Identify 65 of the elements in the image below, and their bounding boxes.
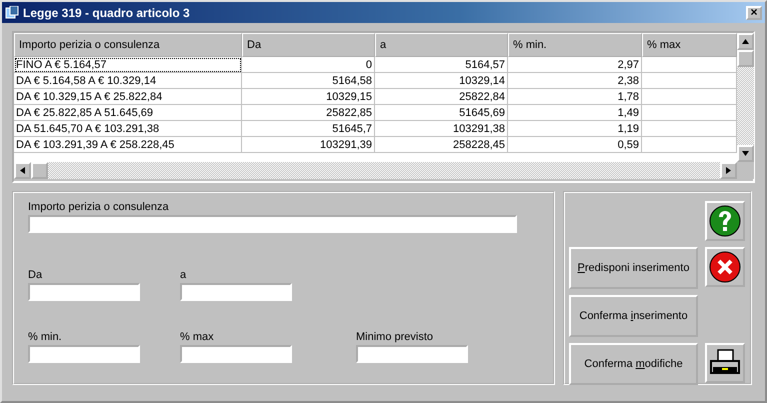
field-label: % min.: [28, 331, 63, 343]
input-field[interactable]: [28, 215, 517, 233]
table-cell: 103291,39: [242, 137, 375, 153]
table-cell: 2,97: [508, 57, 642, 73]
table-cell: FINO A € 5.164,57: [14, 57, 242, 73]
scroll-right-button[interactable]: [720, 162, 737, 179]
window-title: Legge 319 - quadro articolo 3: [23, 6, 191, 20]
column-header[interactable]: Da: [242, 33, 375, 57]
up-arrow-icon: [742, 39, 749, 44]
action-button[interactable]: Conferma inserimento: [569, 295, 698, 337]
action-button[interactable]: Predisponi inserimento: [569, 247, 698, 289]
field-label: Da: [28, 269, 44, 281]
table-cell: 5164,58: [242, 73, 375, 89]
input-field[interactable]: [28, 283, 140, 301]
scroll-thumb[interactable]: [31, 162, 48, 179]
field-label: a: [180, 269, 188, 281]
column-header[interactable]: Importo perizia o consulenza: [14, 33, 242, 57]
right-arrow-icon: [726, 167, 731, 174]
column-header[interactable]: % max: [642, 33, 737, 57]
input-field[interactable]: [356, 345, 468, 363]
table-cell: DA 51.645,70 A € 103.291,38: [14, 121, 242, 137]
table-cell: 0: [242, 57, 375, 73]
field-label: Minimo previsto: [356, 331, 434, 343]
close-icon: [709, 251, 741, 283]
table-cell: 1,19: [508, 121, 642, 137]
field-label: % max: [180, 331, 215, 343]
action-button[interactable]: Conferma modifiche: [569, 343, 698, 385]
table-cell: 1,78: [508, 89, 642, 105]
table-cell: DA € 10.329,15 A € 25.822,84: [14, 89, 242, 105]
down-arrow-icon: [742, 151, 749, 156]
table-cell: DA € 103.291,39 A € 258.228,45: [14, 137, 242, 153]
scroll-up-button[interactable]: [737, 33, 754, 50]
table-cell: 5164,57: [375, 57, 508, 73]
printer-icon: [709, 349, 741, 377]
print-button[interactable]: [705, 343, 745, 383]
cancel-button[interactable]: [705, 247, 745, 287]
table-cell: 0,59: [508, 137, 642, 153]
window-icon: [5, 6, 19, 19]
input-field[interactable]: [180, 345, 292, 363]
column-header[interactable]: a: [375, 33, 508, 57]
table-cell: 25822,84: [375, 89, 508, 105]
input-field[interactable]: [180, 283, 292, 301]
table-cell: 51645,69: [375, 105, 508, 121]
scroll-down-button[interactable]: [737, 145, 754, 162]
column-header[interactable]: % min.: [508, 33, 642, 57]
close-button[interactable]: ×: [746, 6, 762, 20]
field-label: Importo perizia o consulenza: [28, 201, 170, 213]
table-cell: 2,38: [508, 73, 642, 89]
table-cell: 1,49: [508, 105, 642, 121]
table-cell: 51645,7: [242, 121, 375, 137]
table-cell: 10329,14: [375, 73, 508, 89]
table-cell: DA € 5.164,58 A € 10.329,14: [14, 73, 242, 89]
scroll-thumb[interactable]: [737, 50, 754, 67]
help-button[interactable]: [705, 201, 745, 241]
left-arrow-icon: [20, 167, 25, 174]
scroll-left-button[interactable]: [14, 162, 31, 179]
help-icon: [709, 205, 741, 237]
input-field[interactable]: [28, 345, 140, 363]
table-cell: 258228,45: [375, 137, 508, 153]
table-cell: 103291,38: [375, 121, 508, 137]
table-cell: DA € 25.822,85 A 51.645,69: [14, 105, 242, 121]
table-cell: 25822,85: [242, 105, 375, 121]
horizontal-scrollbar[interactable]: [14, 162, 737, 179]
table-cell: 10329,15: [242, 89, 375, 105]
vertical-scrollbar[interactable]: [737, 33, 754, 162]
